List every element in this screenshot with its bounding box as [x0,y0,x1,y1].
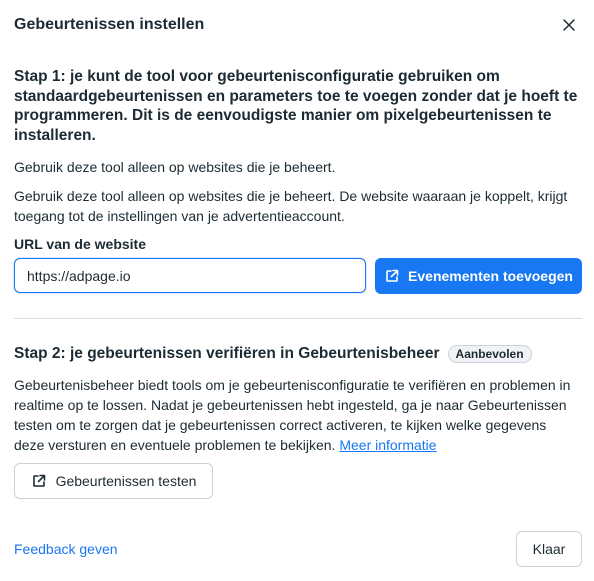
close-button[interactable] [558,14,580,36]
setup-events-dialog: Gebeurtenissen instellen Stap 1: je kunt… [0,0,594,581]
close-icon [563,19,575,31]
step2-heading: Stap 2: je gebeurtenissen verifiëren in … [14,345,440,362]
recommended-badge: Aanbevolen [447,345,532,363]
done-button[interactable]: Klaar [516,531,582,567]
feedback-link[interactable]: Feedback geven [14,541,118,557]
done-label: Klaar [532,541,566,557]
url-label: URL van de website [14,236,147,252]
add-events-label: Evenementen toevoegen [408,268,573,284]
step1-note: Gebruik deze tool alleen op websites die… [14,159,336,175]
external-link-icon [32,474,45,487]
external-link-icon [386,269,399,282]
section-divider [14,318,582,319]
more-info-link[interactable]: Meer informatie [339,437,436,453]
step2-description-text: Gebeurtenisbeheer biedt tools om je gebe… [14,377,571,453]
dialog-title: Gebeurtenissen instellen [14,16,205,33]
test-events-button[interactable]: Gebeurtenissen testen [14,463,213,499]
step1-heading: Stap 1: je kunt de tool voor gebeurtenis… [14,68,578,144]
add-events-button[interactable]: Evenementen toevoegen [375,258,582,294]
website-url-input[interactable] [14,258,366,293]
step2-heading-row: Stap 2: je gebeurtenissen verifiëren in … [14,344,532,364]
test-events-label: Gebeurtenissen testen [55,473,197,489]
dialog-header: Gebeurtenissen instellen [14,14,580,36]
step2-description: Gebeurtenisbeheer biedt tools om je gebe… [14,375,580,455]
step1-description: Gebruik deze tool alleen op websites die… [14,188,568,224]
